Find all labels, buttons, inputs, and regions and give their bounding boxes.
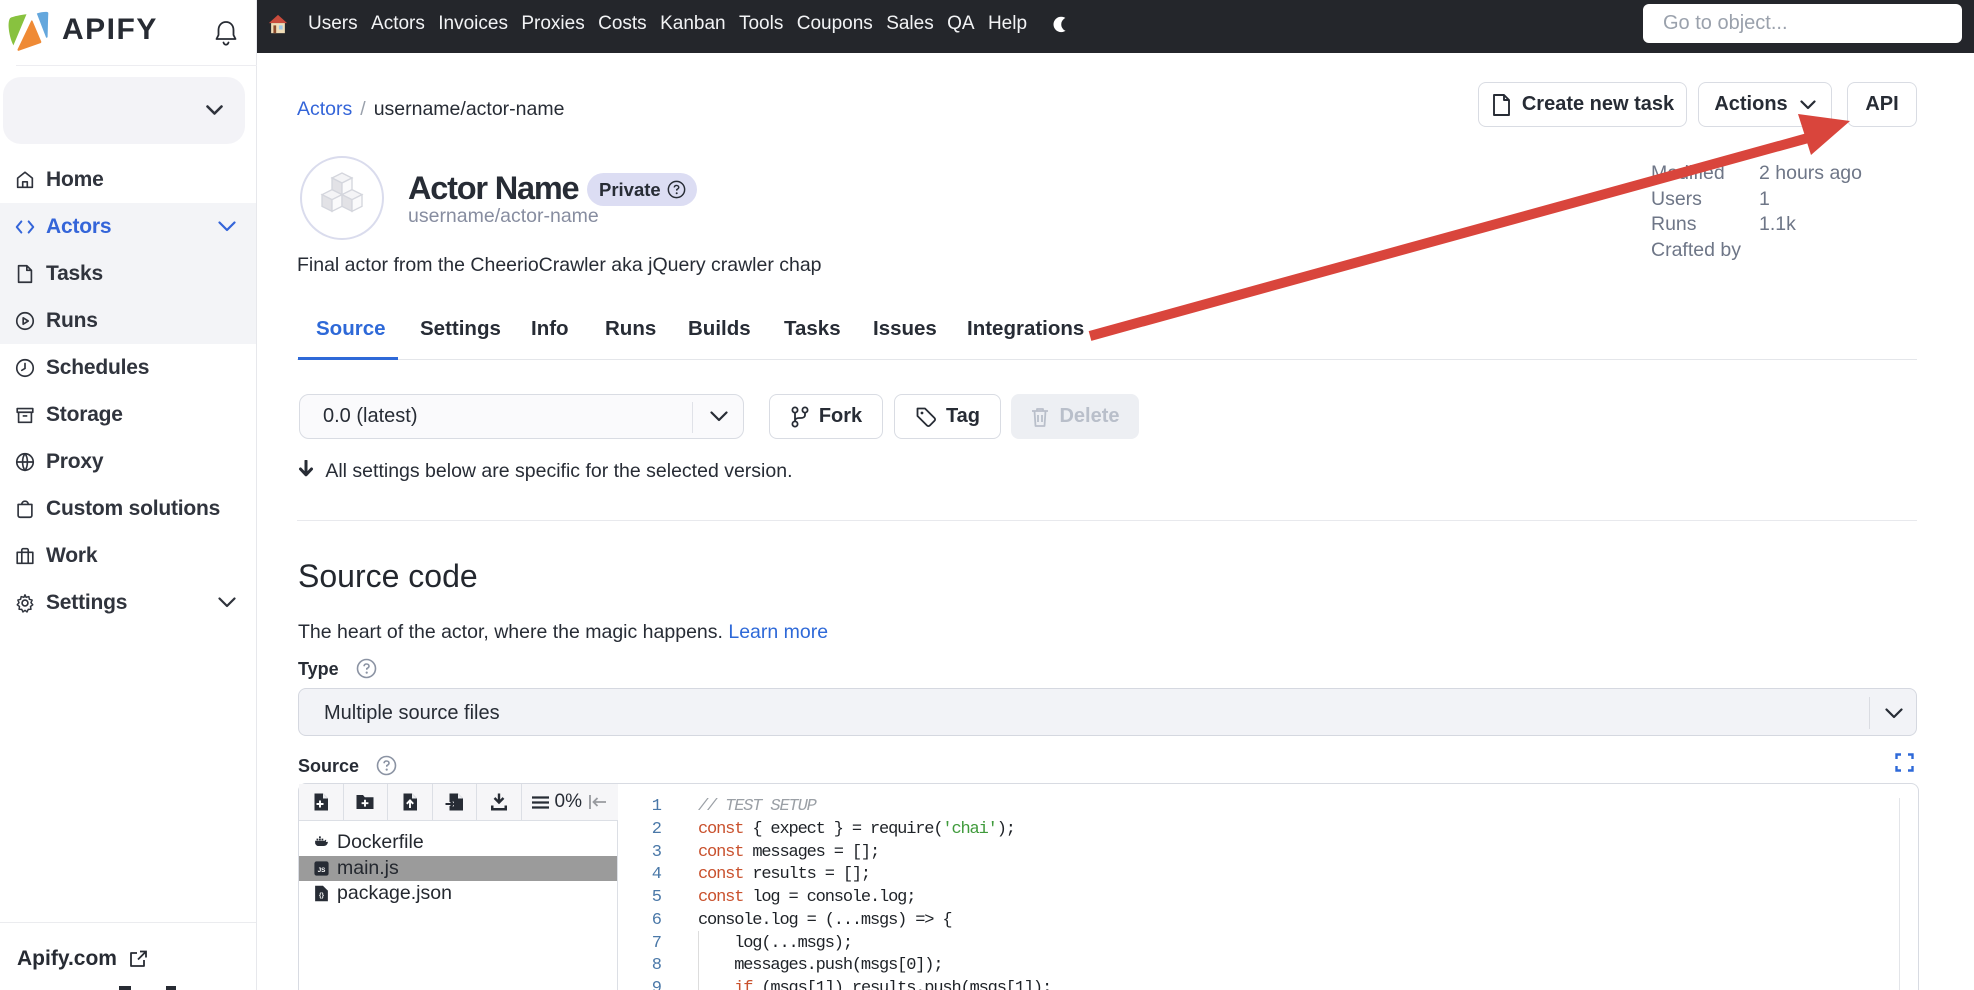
svg-text:JS: JS <box>318 867 326 874</box>
svg-text:{}: {} <box>319 892 324 899</box>
